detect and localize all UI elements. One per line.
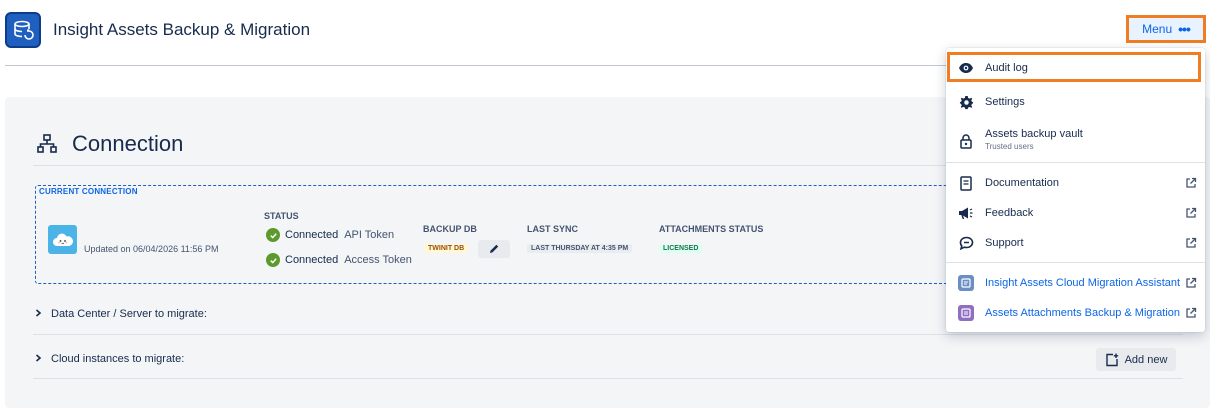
external-link-icon: [1186, 277, 1197, 288]
edit-backup-db-button[interactable]: [478, 240, 510, 258]
status-access-token: Connected Access Token: [266, 253, 412, 267]
last-sync-badge: LAST THURSDAY AT 4:35 PM: [527, 244, 633, 253]
menu-item-sublabel: Trusted users: [985, 142, 1034, 151]
migration-app-icon: [958, 275, 974, 291]
menu-divider: [946, 162, 1205, 163]
status-type: Access Token: [344, 254, 412, 266]
menu-button[interactable]: Menu •••: [1126, 15, 1206, 43]
cloud-avatar-icon: [48, 225, 77, 254]
section-divider: [33, 334, 1183, 335]
chevron-right-icon: [35, 354, 42, 364]
pencil-icon: [490, 244, 499, 253]
chat-icon: [958, 235, 974, 251]
app-logo-icon: [5, 12, 41, 48]
status-heading: STATUS: [264, 211, 299, 221]
menu-item-label: Assets Attachments Backup & Migration: [985, 307, 1181, 319]
check-circle-icon: [266, 228, 280, 242]
status-api-token: Connected API Token: [266, 228, 394, 242]
status-value: Connected: [285, 229, 339, 241]
chevron-right-icon: [35, 309, 42, 319]
menu-item-feedback[interactable]: Feedback: [946, 202, 1205, 224]
add-new-label: Add new: [1124, 353, 1168, 366]
status-value: Connected: [285, 254, 339, 266]
external-link-icon: [1186, 177, 1197, 188]
menu-item-label: Insight Assets Cloud Migration Assistant: [985, 277, 1181, 289]
cloud-section-label: Cloud instances to migrate:: [51, 353, 185, 365]
check-circle-icon: [266, 253, 280, 267]
hierarchy-icon: [37, 134, 57, 153]
menu-item-label: Audit log: [985, 62, 1028, 74]
backup-db-heading: BACKUP DB: [423, 224, 477, 234]
backup-db-badge: TWINIT DB: [424, 244, 469, 253]
menu-item-label: Settings: [985, 96, 1025, 108]
menu-item-label: Feedback: [985, 207, 1034, 219]
cloud-section-toggle[interactable]: Cloud instances to migrate:: [35, 353, 184, 365]
page-title: Insight Assets Backup & Migration: [53, 20, 311, 39]
attachments-status-badge: LICENSED: [659, 244, 703, 253]
add-new-button[interactable]: Add new: [1096, 348, 1176, 371]
eye-icon: [958, 60, 974, 76]
menu-item-cloud-migration-assistant[interactable]: Insight Assets Cloud Migration Assistant: [946, 272, 1205, 294]
menu-item-label: Documentation: [985, 177, 1059, 189]
connection-title: Connection: [72, 131, 184, 156]
section-divider: [33, 378, 1183, 379]
attachments-app-icon: [958, 305, 974, 321]
current-connection-label: CURRENT CONNECTION: [39, 187, 138, 196]
menu-item-audit-log[interactable]: Audit log: [946, 57, 1205, 79]
lock-icon: [958, 133, 974, 149]
updated-timestamp: Updated on 06/04/2026 11:56 PM: [84, 244, 219, 254]
external-link-icon: [1186, 237, 1197, 248]
megaphone-icon: [958, 205, 974, 221]
datacenter-section-toggle[interactable]: Data Center / Server to migrate:: [35, 308, 207, 320]
menu-item-attachments-backup[interactable]: Assets Attachments Backup & Migration: [946, 302, 1205, 324]
external-link-icon: [1186, 207, 1197, 218]
menu-dropdown: Audit log Settings Assets backup vault T…: [946, 48, 1205, 332]
attachments-status-heading: ATTACHMENTS STATUS: [659, 224, 764, 234]
status-type: API Token: [344, 229, 395, 241]
more-dots-icon: •••: [1178, 21, 1191, 37]
add-item-icon: [1105, 353, 1118, 366]
menu-item-label: Assets backup vault: [985, 128, 1083, 140]
menu-divider: [946, 262, 1205, 263]
connection-header: Connection: [37, 131, 183, 157]
menu-item-support[interactable]: Support: [946, 232, 1205, 254]
menu-item-label: Support: [985, 237, 1024, 249]
last-sync-heading: LAST SYNC: [527, 224, 579, 234]
document-icon: [958, 175, 974, 191]
datacenter-section-label: Data Center / Server to migrate:: [51, 308, 207, 320]
menu-label: Menu: [1142, 22, 1173, 36]
menu-item-settings[interactable]: Settings: [946, 91, 1205, 113]
external-link-icon: [1186, 307, 1197, 318]
menu-item-documentation[interactable]: Documentation: [946, 172, 1205, 194]
menu-item-assets-backup-vault[interactable]: Assets backup vault Trusted users: [946, 124, 1205, 156]
gear-icon: [958, 94, 974, 110]
